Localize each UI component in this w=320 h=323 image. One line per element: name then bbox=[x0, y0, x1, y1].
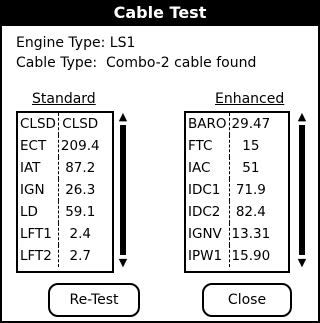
table-row[interactable]: IPW1 15.90 bbox=[186, 245, 272, 267]
standard-param-value: 59.1 bbox=[65, 204, 96, 220]
standard-param-name: LFT2 bbox=[18, 245, 59, 267]
window-title: Cable Test bbox=[0, 0, 320, 26]
standard-param-name: IGN bbox=[18, 179, 59, 201]
enhanced-param-value: 13.31 bbox=[231, 226, 271, 242]
cable-type-label: Cable Type: bbox=[16, 55, 98, 71]
table-row[interactable]: LFT2 2.7 bbox=[18, 245, 102, 267]
enhanced-param-value: 71.9 bbox=[235, 182, 266, 198]
enhanced-list[interactable]: BARO 29.47 FTC 15 IAC 51 IDC1 71.9 IDC2 82.4 IGNV 1… bbox=[184, 111, 290, 273]
standard-param-value: 2.4 bbox=[69, 226, 91, 242]
enhanced-group-title: Enhanced bbox=[215, 91, 285, 107]
table-row[interactable]: FTC 15 bbox=[186, 135, 272, 157]
standard-group-title: Standard bbox=[32, 91, 96, 107]
standard-param-value: CLSD bbox=[62, 116, 99, 132]
scroll-up-arrow-icon[interactable]: ▲ bbox=[117, 111, 129, 123]
standard-param-value: 2.7 bbox=[69, 248, 91, 264]
enhanced-param-value: 82.4 bbox=[235, 204, 266, 220]
standard-list[interactable]: CLSD CLSD ECT 209.4 IAT 87.2 IGN 26.3 LD 59.1 LFT1… bbox=[16, 111, 114, 273]
table-row[interactable]: IAT 87.2 bbox=[18, 157, 102, 179]
enhanced-param-value: 29.47 bbox=[231, 116, 271, 132]
table-row[interactable]: IGN 26.3 bbox=[18, 179, 102, 201]
scroll-down-arrow-icon[interactable]: ▼ bbox=[117, 257, 129, 269]
enhanced-param-value: 15 bbox=[242, 138, 260, 154]
table-row[interactable]: CLSD CLSD bbox=[18, 113, 102, 135]
standard-param-name: IAT bbox=[18, 157, 59, 179]
standard-param-value: 26.3 bbox=[65, 182, 96, 198]
close-button[interactable]: Close bbox=[202, 283, 292, 317]
table-row[interactable]: ECT 209.4 bbox=[18, 135, 102, 157]
standard-scrollbar[interactable]: ▲ ▼ bbox=[117, 111, 129, 271]
table-row[interactable]: IAC 51 bbox=[186, 157, 272, 179]
retest-button[interactable]: Re-Test bbox=[48, 283, 140, 317]
scroll-track[interactable] bbox=[299, 125, 305, 255]
enhanced-table: BARO 29.47 FTC 15 IAC 51 IDC1 71.9 IDC2 82.4 IGNV 1… bbox=[186, 113, 272, 267]
standard-param-value: 87.2 bbox=[65, 160, 96, 176]
engine-type-line: Engine Type: LS1 bbox=[16, 35, 135, 51]
enhanced-param-name: IDC2 bbox=[186, 201, 230, 223]
enhanced-param-name: IGNV bbox=[186, 223, 230, 245]
standard-table: CLSD CLSD ECT 209.4 IAT 87.2 IGN 26.3 LD 59.1 LFT1… bbox=[18, 113, 102, 267]
table-row[interactable]: BARO 29.47 bbox=[186, 113, 272, 135]
standard-param-name: LFT1 bbox=[18, 223, 59, 245]
scroll-up-arrow-icon[interactable]: ▲ bbox=[296, 111, 308, 123]
engine-type-value: LS1 bbox=[109, 35, 136, 51]
scroll-down-arrow-icon[interactable]: ▼ bbox=[296, 257, 308, 269]
scroll-track[interactable] bbox=[120, 125, 126, 255]
enhanced-param-name: IDC1 bbox=[186, 179, 230, 201]
table-row[interactable]: LD 59.1 bbox=[18, 201, 102, 223]
enhanced-param-name: FTC bbox=[186, 135, 230, 157]
table-row[interactable]: IGNV 13.31 bbox=[186, 223, 272, 245]
standard-param-name: CLSD bbox=[18, 113, 59, 135]
table-row[interactable]: LFT1 2.4 bbox=[18, 223, 102, 245]
enhanced-param-value: 51 bbox=[242, 160, 260, 176]
table-row[interactable]: IDC2 82.4 bbox=[186, 201, 272, 223]
enhanced-param-name: IAC bbox=[186, 157, 230, 179]
standard-param-value: 209.4 bbox=[60, 138, 100, 154]
engine-type-label: Engine Type: bbox=[16, 35, 106, 51]
enhanced-param-name: BARO bbox=[186, 113, 230, 135]
enhanced-param-name: IPW1 bbox=[186, 245, 230, 267]
standard-param-name: ECT bbox=[18, 135, 59, 157]
cable-type-value: Combo-2 cable found bbox=[105, 55, 257, 71]
table-row[interactable]: IDC1 71.9 bbox=[186, 179, 272, 201]
enhanced-param-value: 15.90 bbox=[231, 248, 271, 264]
cable-type-line: Cable Type: Combo-2 cable found bbox=[16, 55, 256, 71]
standard-param-name: LD bbox=[18, 201, 59, 223]
enhanced-scrollbar[interactable]: ▲ ▼ bbox=[296, 111, 308, 271]
